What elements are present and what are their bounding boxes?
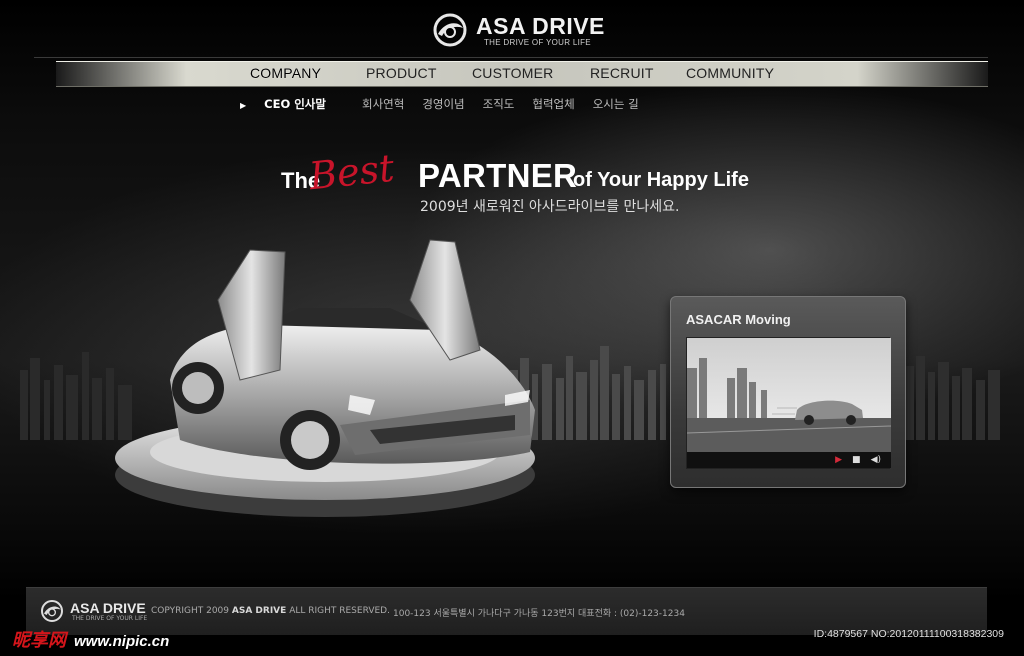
- hero-subtitle: 2009년 새로워진 아사드라이브를 만나세요.: [420, 199, 680, 215]
- hero-car-image: [115, 239, 535, 517]
- brand-tagline: THE DRIVE OF YOUR LIFE: [484, 37, 591, 47]
- watermark-site-name: 昵享网: [12, 630, 66, 651]
- subnav-label: CEO 인사말: [264, 97, 326, 111]
- nav-item-company[interactable]: COMPANY: [250, 65, 321, 81]
- bullet-icon: ▶: [240, 101, 247, 110]
- header-divider: [34, 57, 988, 58]
- copyright-text: COPYRIGHT 2009 ASA DRIVE ALL RIGHT RESER…: [151, 606, 390, 616]
- logo-emblem-icon: [433, 13, 467, 47]
- headline-best: Best: [306, 145, 397, 199]
- video-controls: ▶ ■ ◀): [687, 452, 891, 468]
- watermark-site: 昵享网 www.nipic.cn: [12, 626, 169, 652]
- subnav-item-philosophy[interactable]: 경영이념: [422, 96, 464, 112]
- watermark-id: ID:4879567 NO:20120111100318382309: [813, 628, 1004, 640]
- footer-logo-icon: [41, 600, 63, 622]
- subnav-item-directions[interactable]: 오시는 길: [593, 96, 639, 112]
- main-nav: COMPANY PRODUCT CUSTOMER RECRUIT COMMUNI…: [56, 61, 988, 87]
- headline-rest: of Your Happy Life: [573, 169, 749, 191]
- video-player[interactable]: ▶ ■ ◀): [686, 337, 892, 469]
- play-icon[interactable]: ▶: [835, 455, 842, 465]
- copyright-prefix: COPYRIGHT 2009: [151, 606, 230, 616]
- footer-brand-tagline: THE DRIVE OF YOUR LIFE: [72, 614, 148, 622]
- watermark-url: www.nipic.cn: [74, 633, 170, 650]
- subnav-item-partners[interactable]: 협력업체: [532, 96, 574, 112]
- subnav-item-organization[interactable]: 조직도: [483, 96, 515, 112]
- copyright-suffix: ALL RIGHT RESERVED.: [289, 606, 390, 616]
- footer-logo[interactable]: ASA DRIVE THE DRIVE OF YOUR LIFE: [40, 599, 147, 623]
- footer-brand-name: ASA DRIVE: [70, 599, 146, 616]
- nav-item-recruit[interactable]: RECRUIT: [590, 65, 654, 81]
- stop-icon[interactable]: ■: [852, 455, 861, 465]
- video-frame-image: [686, 338, 892, 454]
- subnav-item-history[interactable]: 회사연혁: [362, 96, 404, 112]
- company-address: 100-123 서울특별시 가나다구 가나동 123번지 대표전화 : (02)…: [393, 609, 685, 619]
- sub-nav: ▶ CEO 인사말 회사연혁 경영이념 조직도 협력업체 오시는 길: [240, 96, 657, 112]
- nav-item-product[interactable]: PRODUCT: [366, 65, 437, 81]
- volume-icon[interactable]: ◀): [871, 455, 881, 465]
- copyright-brand: ASA DRIVE: [231, 606, 287, 616]
- video-title: ASACAR Moving: [686, 312, 791, 327]
- brand-name: ASA DRIVE: [476, 12, 605, 39]
- headline-partner: PARTNER: [418, 157, 578, 194]
- subnav-item-ceo[interactable]: ▶ CEO 인사말: [240, 96, 344, 112]
- nav-item-community[interactable]: COMMUNITY: [686, 65, 774, 81]
- page: ASA DRIVE THE DRIVE OF YOUR LIFE COMPANY…: [0, 0, 1024, 656]
- video-panel: ASACAR Moving ▶ ■ ◀): [670, 296, 906, 488]
- nav-item-customer[interactable]: CUSTOMER: [472, 65, 553, 81]
- brand-logo[interactable]: ASA DRIVE THE DRIVE OF YOUR LIFE: [432, 12, 605, 48]
